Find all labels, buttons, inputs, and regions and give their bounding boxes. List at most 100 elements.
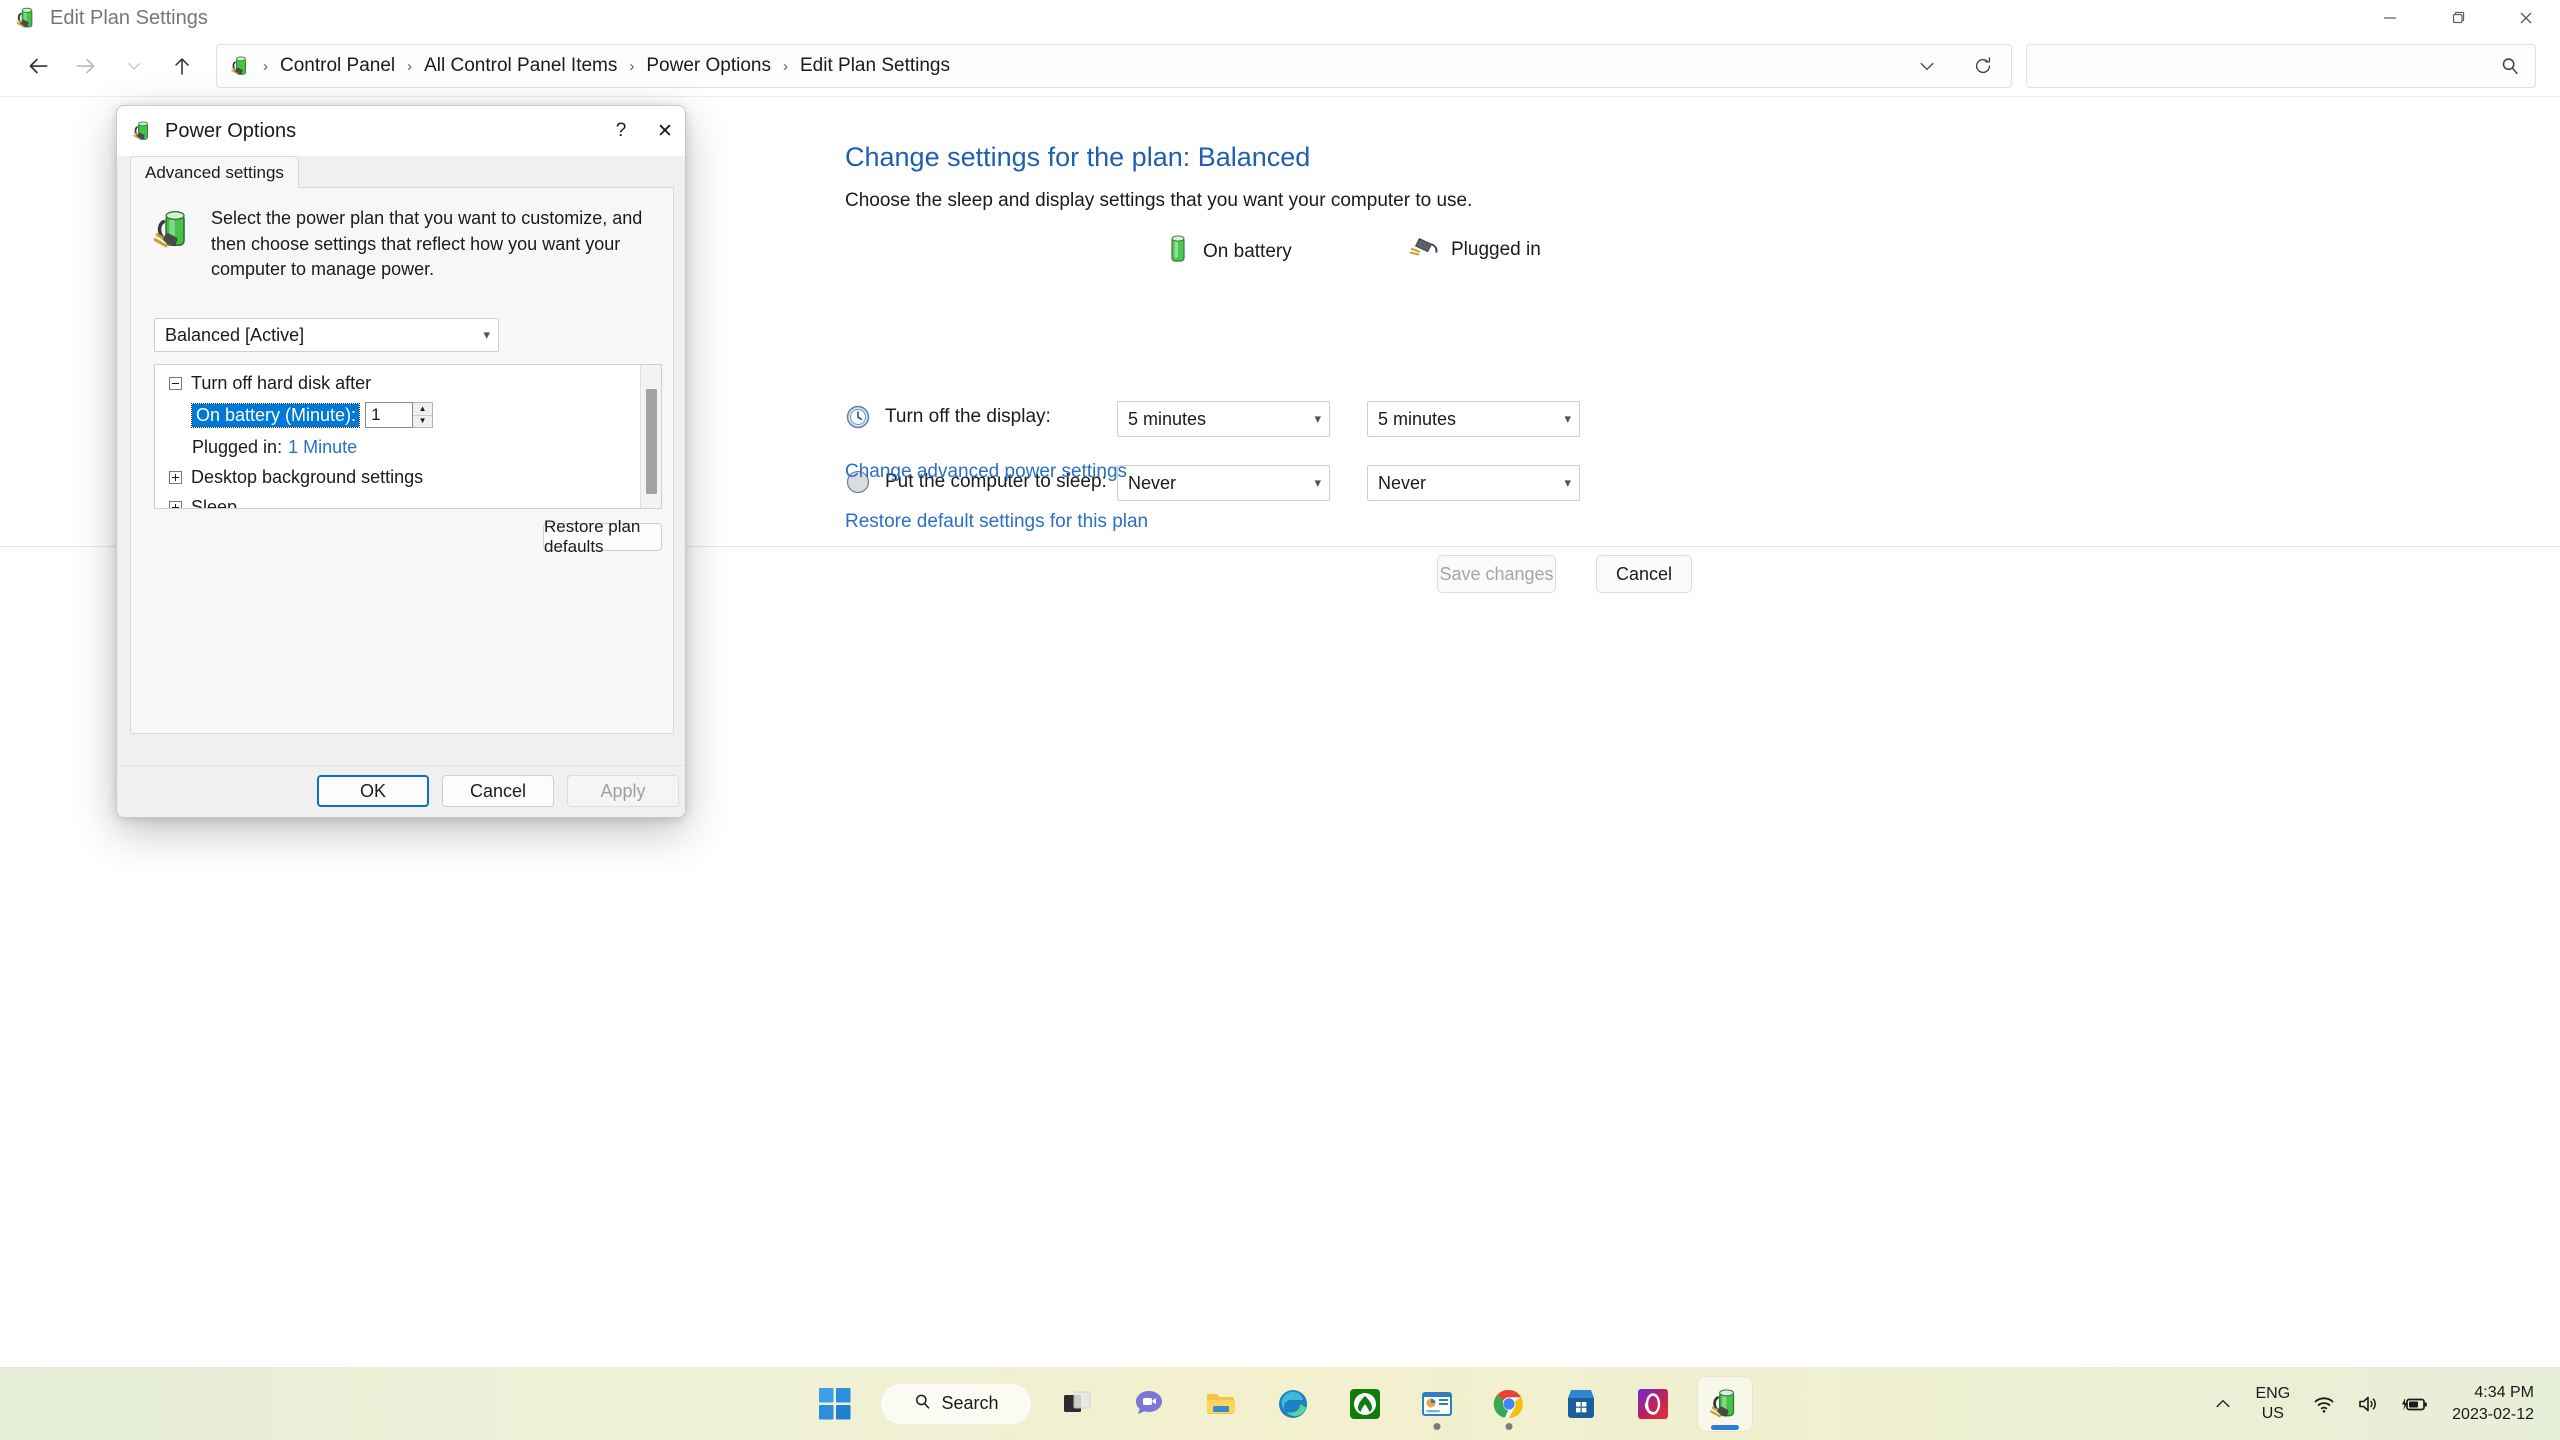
taskbar-search[interactable]: Search — [880, 1382, 1032, 1425]
chevron-down-icon: ▾ — [483, 327, 490, 342]
sleep-on-battery-select[interactable]: Never ▾ — [1117, 465, 1330, 501]
stepper-buttons[interactable]: ▲ ▼ — [413, 402, 434, 428]
display-plugged-in-select[interactable]: 5 minutes ▾ — [1367, 401, 1580, 437]
cancel-button[interactable]: Cancel — [1596, 555, 1692, 593]
tree-scrollbar-thumb[interactable] — [646, 389, 657, 494]
tree-item-plugged-in-hard-disk[interactable]: Plugged in: 1 Minute — [155, 432, 642, 462]
taskbar-item-xbox[interactable] — [1338, 1377, 1392, 1431]
power-plug-icon — [1409, 234, 1439, 266]
tree-item-on-battery-minute[interactable]: On battery (Minute): ▲ ▼ — [155, 398, 642, 432]
expand-toggle-icon[interactable] — [169, 470, 182, 484]
power-plan-select[interactable]: Balanced [Active] ▾ — [154, 318, 499, 352]
dialog-power-options-icon — [131, 119, 155, 143]
back-button[interactable] — [14, 44, 62, 88]
power-options-icon — [14, 5, 40, 31]
tree-item-turn-off-hard-disk-after[interactable]: Turn off hard disk after — [155, 368, 642, 398]
wifi-icon[interactable] — [2302, 1376, 2346, 1432]
chevron-down-icon: ▾ — [1314, 475, 1321, 490]
taskbar-item-microsoft-store[interactable] — [1554, 1377, 1608, 1431]
previous-locations-button[interactable] — [1899, 44, 1955, 88]
tab-advanced-settings[interactable]: Advanced settings — [130, 156, 299, 189]
speaker-icon[interactable] — [2346, 1376, 2390, 1432]
link-restore-default-settings[interactable]: Restore default settings for this plan — [845, 511, 1148, 533]
chevron-down-icon: ▾ — [1564, 475, 1571, 490]
taskbar-item-chat[interactable] — [1122, 1377, 1176, 1431]
tray-overflow-button[interactable] — [2203, 1376, 2243, 1432]
clock[interactable]: 4:34 PM 2023-02-12 — [2438, 1382, 2544, 1425]
stepper-down-icon[interactable]: ▼ — [413, 416, 432, 428]
battery-charging-icon[interactable] — [2390, 1376, 2438, 1432]
tree-item-label: Sleep — [191, 496, 238, 509]
select-value: Never — [1128, 472, 1177, 493]
dialog-cancel-button[interactable]: Cancel — [442, 775, 554, 807]
taskbar-item-task-view[interactable] — [1050, 1377, 1104, 1431]
expand-toggle-icon[interactable] — [169, 500, 182, 508]
dialog-panel: Select the power plan that you want to c… — [130, 188, 674, 734]
tree-item-sleep[interactable]: Sleep — [155, 492, 642, 509]
taskbar-item-microsoft-edge[interactable] — [1266, 1377, 1320, 1431]
maximize-button[interactable] — [2424, 0, 2492, 36]
tree-item-value[interactable]: 1 Minute — [288, 437, 357, 458]
taskbar-center-group: Search — [808, 1367, 1752, 1440]
column-header-plugged-in: Plugged in — [1409, 234, 1541, 266]
taskbar-item-google-chrome[interactable] — [1482, 1377, 1536, 1431]
tree-item-desktop-background-settings[interactable]: Desktop background settings — [155, 462, 642, 492]
tab-strip: Advanced settings — [130, 156, 674, 189]
column-header-on-battery: On battery — [1165, 234, 1292, 270]
dialog-title-bar: Power Options ? ✕ — [117, 106, 685, 156]
restore-plan-defaults-button[interactable]: Restore plan defaults — [543, 517, 662, 556]
search-input[interactable] — [2027, 45, 2485, 87]
dialog-help-button[interactable]: ? — [599, 106, 643, 156]
window-controls — [2356, 0, 2560, 36]
recent-locations-button[interactable] — [110, 44, 158, 88]
save-changes-button[interactable]: Save changes — [1437, 555, 1556, 593]
select-value: 5 minutes — [1378, 408, 1457, 429]
start-button[interactable] — [808, 1377, 862, 1431]
display-on-battery-select[interactable]: 5 minutes ▾ — [1117, 401, 1330, 437]
minimize-button[interactable] — [2356, 0, 2424, 36]
close-button[interactable] — [2492, 0, 2560, 36]
breadcrumb-separator: › — [407, 57, 413, 75]
dialog-apply-button[interactable]: Apply — [567, 775, 679, 807]
taskbar-item-opera[interactable] — [1626, 1377, 1680, 1431]
link-change-advanced-power-settings[interactable]: Change advanced power settings — [845, 461, 1127, 483]
search-box[interactable] — [2026, 44, 2536, 88]
select-value: Never — [1378, 472, 1427, 493]
setting-row-turn-off-display: Turn off the display: — [845, 404, 1051, 430]
refresh-button[interactable] — [1955, 44, 2011, 88]
chevron-down-icon: ▾ — [1314, 411, 1321, 426]
tray-language-indicator[interactable]: ENG US — [2243, 1384, 2302, 1424]
title-bar: Edit Plan Settings — [0, 0, 2560, 36]
dialog-title-buttons: ? ✕ — [599, 106, 685, 156]
dialog-ok-button[interactable]: OK — [317, 775, 429, 807]
advanced-settings-tree[interactable]: Turn off hard disk after On battery (Min… — [154, 364, 662, 509]
dialog-close-button[interactable]: ✕ — [643, 106, 685, 156]
up-button[interactable] — [158, 44, 206, 88]
sleep-plugged-in-select[interactable]: Never ▾ — [1367, 465, 1580, 501]
breadcrumb-item-all-control-panel-items[interactable]: All Control Panel Items — [422, 55, 619, 77]
taskbar-search-label: Search — [941, 1393, 999, 1413]
battery-icon — [1165, 234, 1191, 270]
dialog-description: Select the power plan that you want to c… — [151, 206, 651, 283]
breadcrumb-separator: › — [263, 57, 268, 75]
power-plan-value: Balanced [Active] — [165, 324, 305, 345]
taskbar-item-power-options[interactable] — [1698, 1376, 1752, 1431]
forward-button[interactable] — [62, 44, 110, 88]
on-battery-minute-input[interactable] — [365, 402, 414, 428]
taskbar-item-file-explorer[interactable] — [1194, 1377, 1248, 1431]
breadcrumb-item-control-panel[interactable]: Control Panel — [278, 55, 397, 77]
search-icon[interactable] — [2485, 55, 2535, 77]
breadcrumb-item-edit-plan-settings[interactable]: Edit Plan Settings — [798, 55, 952, 77]
breadcrumb-power-options-icon — [229, 54, 253, 78]
collapse-toggle-icon[interactable] — [169, 376, 182, 390]
taskbar-item-control-panel[interactable] — [1410, 1377, 1464, 1431]
address-bar[interactable]: › Control Panel › All Control Panel Item… — [216, 44, 2012, 88]
on-battery-minute-stepper[interactable]: ▲ ▼ — [365, 402, 434, 428]
stepper-up-icon[interactable]: ▲ — [413, 403, 433, 416]
breadcrumb-item-power-options[interactable]: Power Options — [644, 55, 773, 77]
setting-label: Turn off the display: — [885, 406, 1051, 427]
tree-items: Turn off hard disk after On battery (Min… — [155, 365, 642, 508]
tree-item-label: Plugged in: — [192, 436, 283, 457]
dialog-description-text: Select the power plan that you want to c… — [211, 208, 643, 280]
tree-scrollbar[interactable] — [640, 365, 661, 508]
